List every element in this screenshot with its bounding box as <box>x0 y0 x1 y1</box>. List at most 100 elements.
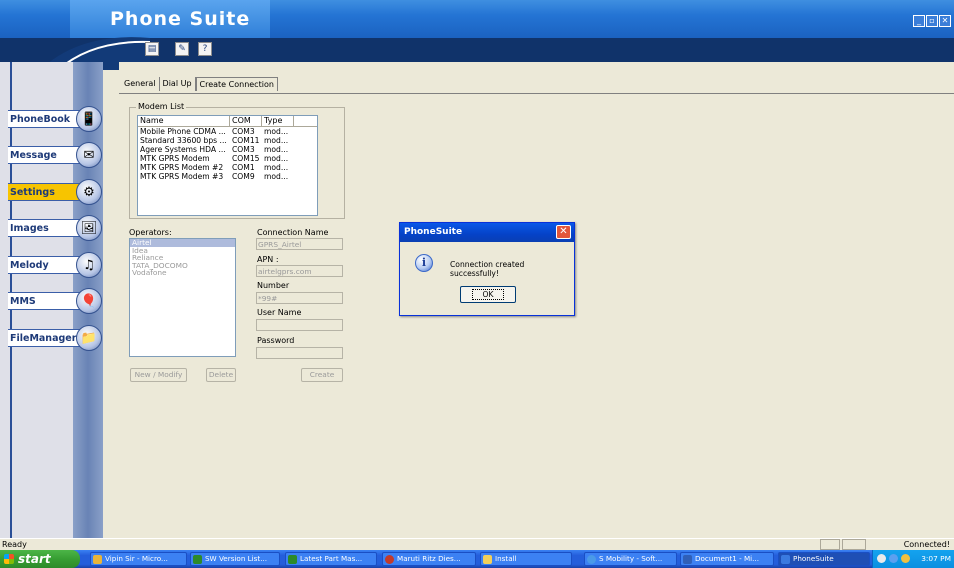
app-icon <box>193 555 202 564</box>
minimize-button[interactable]: _ <box>913 15 925 27</box>
modem-name: Agere Systems HDA ... <box>140 145 226 154</box>
delete-button[interactable]: Delete <box>206 368 236 382</box>
ok-button[interactable]: OK <box>460 286 516 303</box>
sidebar-item-message[interactable]: Message ✉ <box>8 142 102 168</box>
operators-label: Operators: <box>129 228 172 237</box>
sidebar-item-label: Melody <box>10 260 49 271</box>
tray-arrow-icon[interactable] <box>877 554 886 563</box>
modem-name: MTK GPRS Modem <box>140 154 210 163</box>
sidebar-item-label: FileManager <box>10 333 77 344</box>
status-panel <box>820 539 840 550</box>
password-field[interactable] <box>256 347 343 359</box>
modem-com: COM3 <box>232 145 255 154</box>
edit-icon[interactable]: ✎ <box>175 42 189 56</box>
speaker-icon[interactable] <box>901 554 910 563</box>
ok-label: OK <box>471 289 505 300</box>
modem-name: MTK GPRS Modem #3 <box>140 172 224 181</box>
dialog-title-bar: PhoneSuite ✕ <box>400 223 574 242</box>
column-header-name[interactable]: Name <box>138 116 230 126</box>
tab-dial-up[interactable]: Dial Up <box>160 77 196 91</box>
sidebar-item-mms[interactable]: MMS 🎈 <box>8 288 102 314</box>
modem-list-header: Name COM Type <box>138 116 317 127</box>
connection-status: Connected! <box>903 540 950 549</box>
password-label: Password <box>257 336 295 345</box>
column-header-type[interactable]: Type <box>262 116 294 126</box>
sidebar-item-label: Message <box>10 150 57 161</box>
status-panel <box>842 539 866 550</box>
modem-com: COM1 <box>232 163 255 172</box>
list-item[interactable]: Standard 33600 bps ... COM11 mod... <box>138 136 317 145</box>
taskbar-item-label: S Mobility - Soft... <box>599 554 663 563</box>
connection-name-field[interactable]: GPRS_Airtel <box>256 238 343 250</box>
taskbar-item-label: Vipin Sir - Micro... <box>105 554 168 563</box>
taskbar-item-label: SW Version List... <box>205 554 268 563</box>
sidebar-item-settings[interactable]: Settings ⚙ <box>8 179 102 205</box>
sidebar-item-melody[interactable]: Melody ♫ <box>8 252 102 278</box>
sidebar-item-images[interactable]: Images 🖼 <box>8 215 102 241</box>
create-button[interactable]: Create <box>301 368 343 382</box>
modem-com: COM11 <box>232 136 260 145</box>
taskbar-item-label: PhoneSuite <box>793 554 834 563</box>
network-icon[interactable] <box>889 554 898 563</box>
tab-bar: General Dial Up Create Connection <box>121 77 278 91</box>
dialog-message: Connection created successfully! <box>450 260 525 278</box>
modem-type: mod... <box>264 145 289 154</box>
operators-list[interactable]: Airtel Idea Reliance TATA_DOCOMO Vodafon… <box>129 238 236 357</box>
taskbar-item-label: Latest Part Mas... <box>300 554 363 563</box>
close-button[interactable]: ✕ <box>939 15 951 27</box>
modem-com: COM3 <box>232 127 255 136</box>
modem-com: COM15 <box>232 154 260 163</box>
taskbar-item[interactable]: Document1 - Mi... <box>680 552 774 566</box>
sidebar-item-filemanager[interactable]: FileManager 📁 <box>8 325 102 351</box>
modem-com: COM9 <box>232 172 255 181</box>
window-controls: _ ▫ ✕ <box>913 15 951 27</box>
modem-name: MTK GPRS Modem #2 <box>140 163 224 172</box>
status-bar: Ready Connected! <box>0 538 954 550</box>
balloon-icon: 🎈 <box>76 288 102 314</box>
app-icon <box>781 555 790 564</box>
taskbar-item[interactable]: S Mobility - Soft... <box>584 552 677 566</box>
phone-icon: 📱 <box>76 106 102 132</box>
modem-list[interactable]: Name COM Type Mobile Phone CDMA ... COM3 m… <box>137 115 318 216</box>
dialog-title: PhoneSuite <box>404 227 463 237</box>
modem-type: mod... <box>264 136 289 145</box>
sidebar-item-label: MMS <box>10 296 36 307</box>
picture-icon: 🖼 <box>76 215 102 241</box>
tab-create-connection[interactable]: Create Connection <box>195 77 278 91</box>
number-field[interactable]: *99# <box>256 292 343 304</box>
taskbar-item[interactable]: Maruti Ritz Dies... <box>382 552 476 566</box>
modem-name: Mobile Phone CDMA ... <box>140 127 226 136</box>
apn-field[interactable]: airtelgprs.com <box>256 265 343 277</box>
new-modify-button[interactable]: New / Modify <box>130 368 187 382</box>
sidebar-item-phonebook[interactable]: PhoneBook 📱 <box>8 106 102 132</box>
list-item[interactable]: Mobile Phone CDMA ... COM3 mod... <box>138 127 317 136</box>
start-button[interactable]: start <box>0 550 80 568</box>
taskbar-item-label: Maruti Ritz Dies... <box>397 554 461 563</box>
taskbar-item[interactable]: Vipin Sir - Micro... <box>90 552 187 566</box>
taskbar-item[interactable]: SW Version List... <box>190 552 280 566</box>
status-text: Ready <box>2 540 27 549</box>
list-item[interactable]: MTK GPRS Modem #2 COM1 mod... <box>138 163 317 172</box>
restore-button[interactable]: ▫ <box>926 15 938 27</box>
close-icon[interactable]: ✕ <box>556 225 571 239</box>
info-icon: i <box>415 254 433 272</box>
taskbar-item-label: Document1 - Mi... <box>695 554 760 563</box>
taskbar-item-active[interactable]: PhoneSuite <box>778 552 870 566</box>
taskbar-item[interactable]: Install <box>480 552 572 566</box>
tab-divider <box>119 93 954 94</box>
modem-list-legend: Modem List <box>136 102 187 111</box>
phone-settings-icon: ⚙ <box>76 179 102 205</box>
list-item[interactable]: MTK GPRS Modem #3 COM9 mod... <box>138 172 317 181</box>
modem-type: mod... <box>264 172 289 181</box>
list-item[interactable]: Agere Systems HDA ... COM3 mod... <box>138 145 317 154</box>
help-label: ? <box>202 44 208 54</box>
taskbar-item[interactable]: Latest Part Mas... <box>285 552 377 566</box>
list-item[interactable]: Vodafone <box>130 269 235 277</box>
column-header-com[interactable]: COM <box>230 116 262 126</box>
tab-general[interactable]: General <box>121 77 160 91</box>
notes-icon[interactable]: ▤ <box>145 42 159 56</box>
app-title: Phone Suite <box>110 8 251 30</box>
list-item[interactable]: MTK GPRS Modem COM15 mod... <box>138 154 317 163</box>
help-icon[interactable]: ? <box>198 42 212 56</box>
username-field[interactable] <box>256 319 343 331</box>
